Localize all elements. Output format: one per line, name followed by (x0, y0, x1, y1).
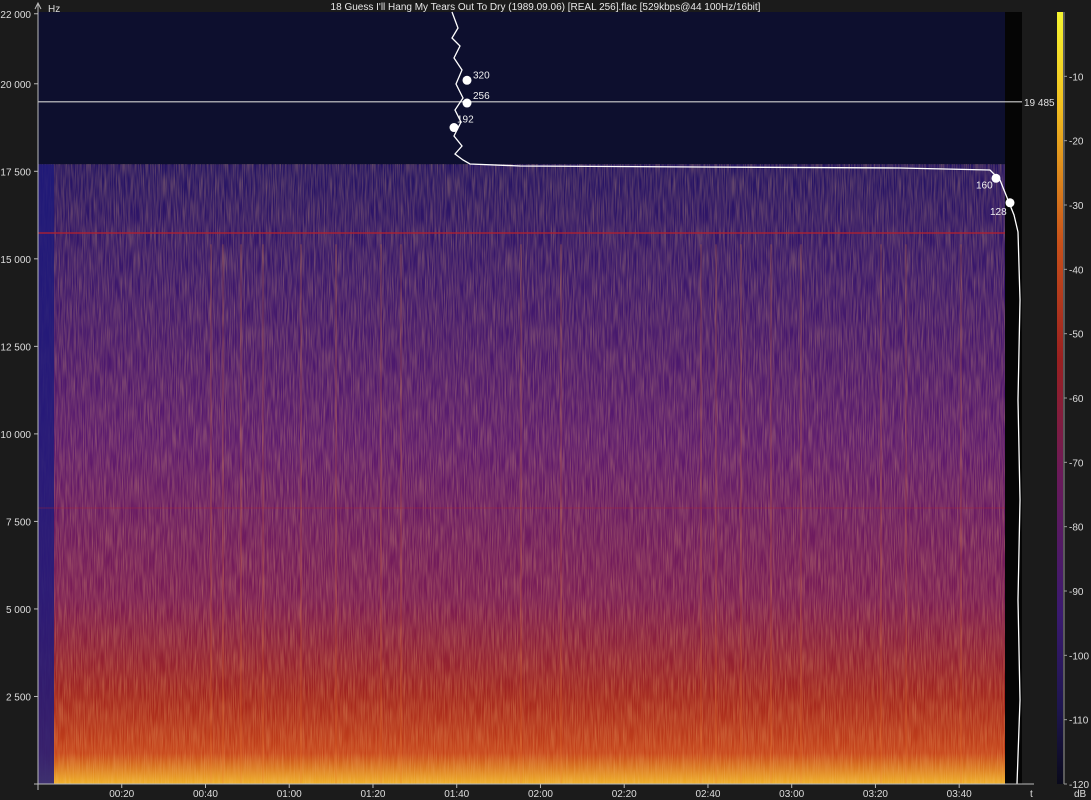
spectrogram-chart: 19 485 320 256 192 160 128 Hz t 22 000 20 000 17 … (0, 1, 1089, 800)
x-tick-label: 00:20 (109, 789, 134, 800)
transient-streak (770, 244, 772, 784)
transient-streak (905, 244, 907, 784)
transient-streak (520, 244, 522, 784)
y-tick-label: 2 500 (6, 692, 31, 703)
y-tick-label: 5 000 (6, 605, 31, 616)
color-bar (1057, 12, 1063, 784)
transient-streak (560, 244, 562, 784)
transient-streak (880, 244, 882, 784)
reference-line-label: 19 485 (1024, 98, 1055, 109)
transient-streak (715, 244, 717, 784)
marker-dot-320 (462, 75, 472, 85)
marker-dot-256 (462, 98, 472, 108)
y-tick-label: 20 000 (0, 80, 31, 91)
transient-streak (300, 244, 302, 784)
marker-dot-128 (1005, 198, 1015, 208)
transient-streak (262, 244, 264, 784)
marker-label-192: 192 (457, 115, 474, 126)
color-tick-label: -20 (1069, 137, 1084, 148)
spectrogram-plot: 19 485 320 256 192 160 128 (38, 11, 1055, 785)
x-tick-label: 03:40 (947, 789, 972, 800)
x-tick-label: 03:00 (779, 789, 804, 800)
color-tick-label: -30 (1069, 201, 1084, 212)
transient-streak (740, 244, 742, 784)
transient-streak (222, 244, 224, 784)
x-tick-label: 00:40 (193, 789, 218, 800)
x-tick-label: 01:20 (360, 789, 385, 800)
transient-streak (400, 244, 402, 784)
color-tick-label: -10 (1069, 72, 1084, 83)
color-tick-label: -50 (1069, 330, 1084, 341)
color-bar-label: dB (1074, 789, 1087, 800)
y-tick-label: 17 500 (0, 167, 31, 178)
above-cutoff-region (38, 12, 1005, 165)
y-tick-label: 7 500 (6, 517, 31, 528)
y-tick-label: 12 500 (0, 342, 31, 353)
marker-label-320: 320 (473, 70, 490, 81)
intro-silence-band (38, 164, 54, 784)
y-axis-label: Hz (48, 4, 60, 15)
x-tick-label: 02:20 (612, 789, 637, 800)
color-tick-label: -70 (1069, 458, 1084, 469)
color-tick-label: -60 (1069, 394, 1084, 405)
transient-streak (210, 244, 212, 784)
transient-streak (240, 244, 242, 784)
color-tick-label: -90 (1069, 587, 1084, 598)
x-tick-label: 03:20 (863, 789, 888, 800)
y-tick-label: 22 000 (0, 10, 31, 21)
color-tick-label: -110 (1069, 716, 1089, 727)
x-tick-label: 01:00 (277, 789, 302, 800)
marker-label-256: 256 (473, 91, 490, 102)
x-axis-label: t (1030, 789, 1033, 800)
marker-label-160: 160 (976, 180, 993, 191)
transient-streak (380, 244, 382, 784)
x-tick-label: 02:00 (528, 789, 553, 800)
transient-streak (700, 244, 702, 784)
transient-streak (335, 244, 337, 784)
x-tick-label: 02:40 (695, 789, 720, 800)
marker-label-128: 128 (990, 207, 1007, 218)
x-tick-label: 01:40 (444, 789, 469, 800)
transient-streak (960, 244, 962, 784)
transient-streak (800, 244, 802, 784)
color-tick-label: -100 (1069, 651, 1089, 662)
marker-dot-160 (991, 173, 1001, 183)
y-tick-label: 10 000 (0, 430, 31, 441)
color-tick-label: -80 (1069, 523, 1084, 534)
color-tick-label: -40 (1069, 265, 1084, 276)
y-tick-label: 15 000 (0, 255, 31, 266)
color-scale: -10-20-30-40-50-60-70-80-90-100-110-120d… (1057, 12, 1089, 800)
